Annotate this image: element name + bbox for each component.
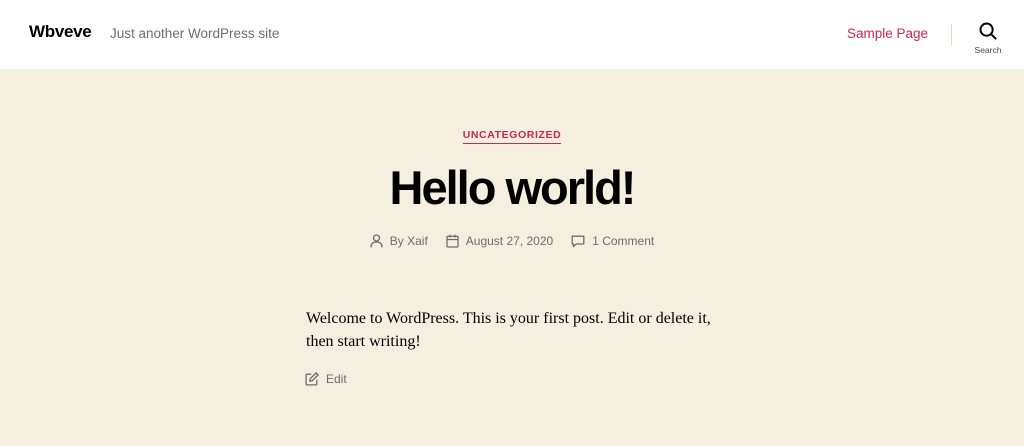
edit-post-link[interactable]: Edit — [305, 372, 347, 386]
post-author: By Xaif — [370, 234, 428, 248]
post-comments-link[interactable]: 1 Comment — [592, 234, 654, 248]
post-date-link[interactable]: August 27, 2020 — [466, 234, 553, 248]
comment-icon — [571, 235, 585, 247]
post-categories: UNCATEGORIZED — [0, 125, 1024, 144]
post-comments: 1 Comment — [571, 234, 654, 248]
category-link[interactable]: UNCATEGORIZED — [462, 129, 562, 144]
search-icon — [979, 22, 997, 40]
edit-icon — [305, 372, 319, 386]
search-toggle-button[interactable]: Search — [966, 22, 1010, 60]
post-title: Hello world! — [389, 161, 637, 214]
post-author-link[interactable]: By Xaif — [390, 234, 428, 248]
post-body: Welcome to WordPress. This is your first… — [306, 310, 711, 350]
post-date: August 27, 2020 — [446, 234, 553, 248]
nav-divider — [951, 24, 952, 46]
nav-item-sample-page[interactable]: Sample Page — [847, 26, 928, 41]
post-meta: By Xaif August 27, 2020 1 Comment — [0, 234, 1024, 248]
site-header: Wbveve Just another WordPress site Sampl… — [0, 0, 1024, 69]
calendar-icon — [446, 234, 459, 248]
edit-label: Edit — [326, 372, 347, 386]
user-icon — [370, 234, 383, 248]
search-label: Search — [974, 45, 1002, 55]
site-description: Just another WordPress site — [110, 26, 280, 41]
site-title[interactable]: Wbveve — [29, 22, 92, 42]
